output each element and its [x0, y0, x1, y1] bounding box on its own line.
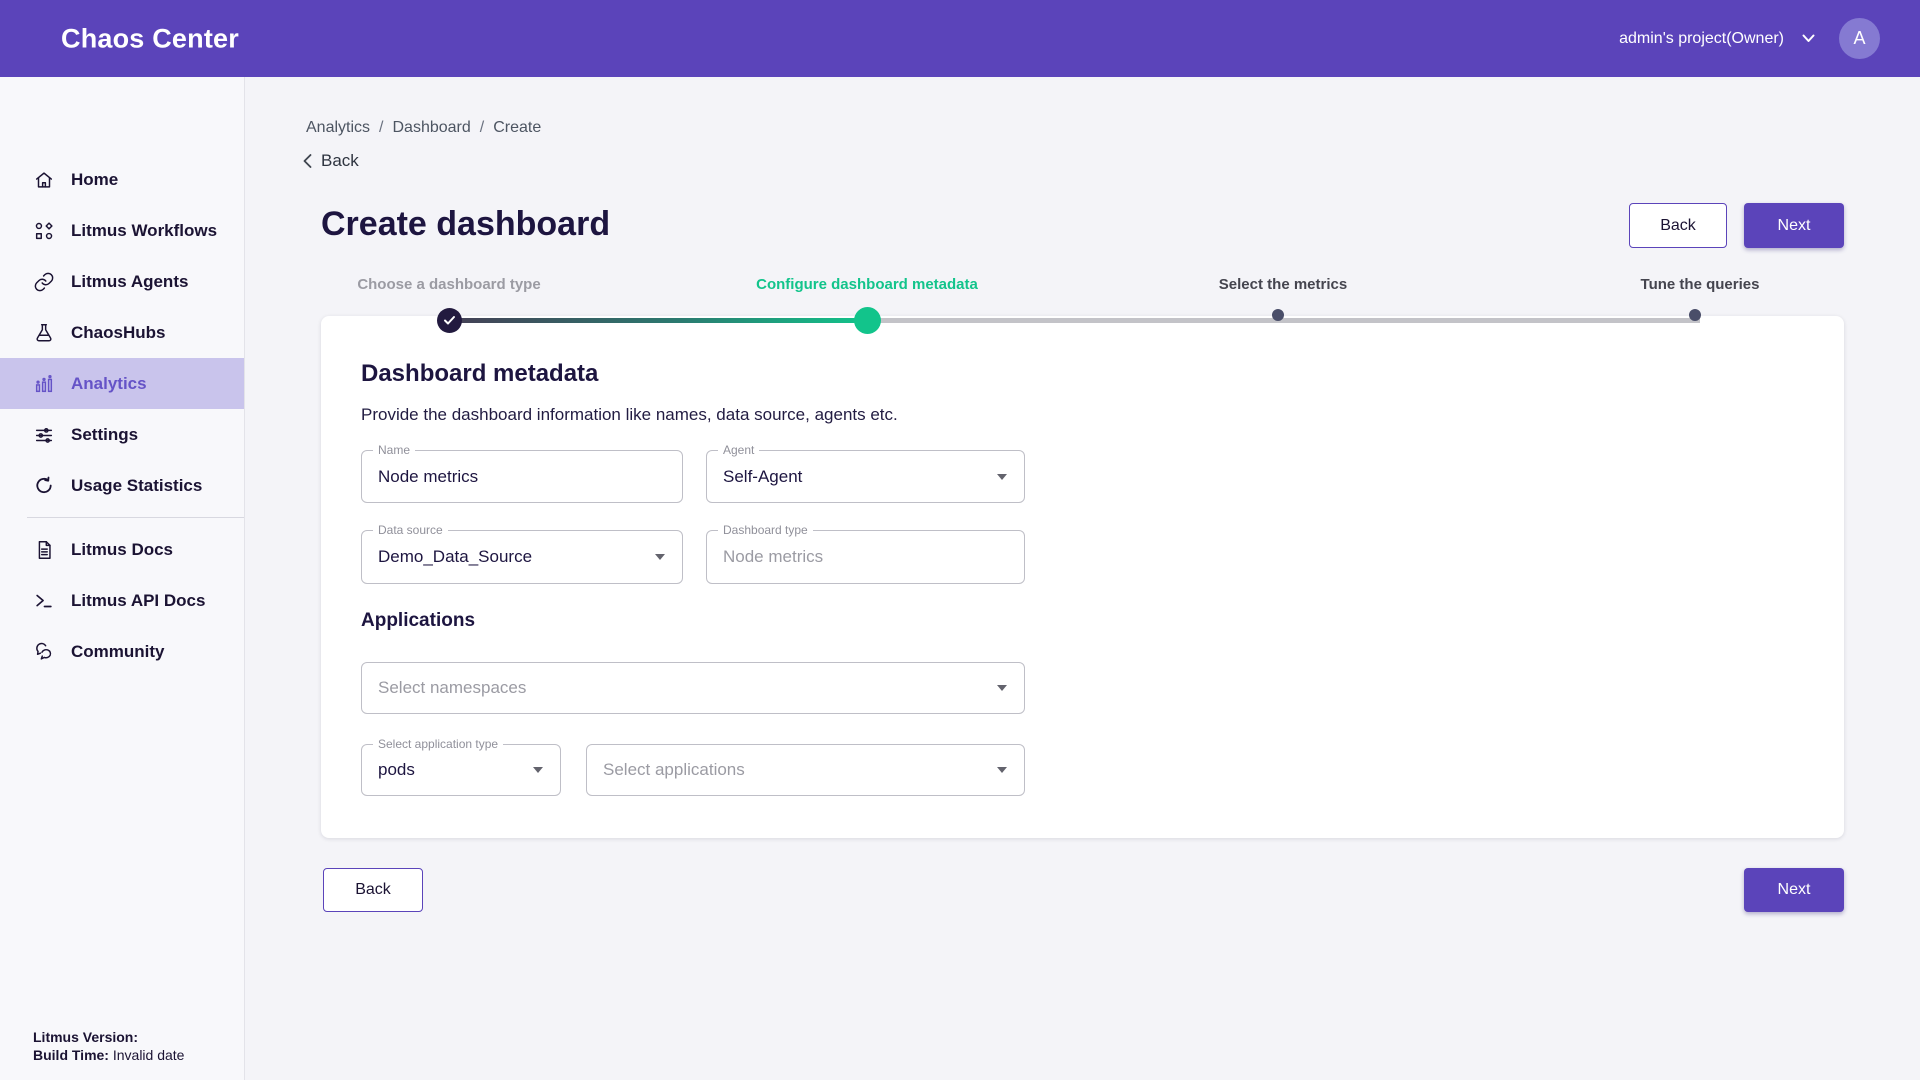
sidebar-item-label: Settings [71, 425, 138, 445]
form-heading: Dashboard metadata [361, 360, 598, 388]
sliders-icon [33, 424, 55, 446]
terminal-icon [33, 590, 55, 612]
sidebar-item-chaoshubs[interactable]: ChaosHubs [0, 307, 244, 358]
sidebar-item-litmus-docs[interactable]: Litmus Docs [0, 524, 244, 575]
footer-next-button[interactable]: Next [1744, 868, 1844, 912]
main-content: Analytics / Dashboard / Create Back Crea… [245, 77, 1920, 1080]
sidebar-item-home[interactable]: Home [0, 154, 244, 205]
breadcrumb-analytics[interactable]: Analytics [306, 119, 370, 137]
sidebar-item-usage-statistics[interactable]: Usage Statistics [0, 460, 244, 511]
workflows-icon [33, 220, 55, 242]
project-label: admin's project(Owner) [1619, 30, 1784, 48]
build-time-value: Invalid date [109, 1047, 185, 1063]
sidebar-item-label: Analytics [71, 374, 147, 394]
dashboard-type-input[interactable] [707, 531, 1024, 583]
dropdown-caret-icon [997, 767, 1007, 773]
app-title: Chaos Center [61, 23, 239, 54]
application-type-select[interactable]: Select application type pods [361, 744, 561, 796]
sidebar-item-label: Litmus Agents [71, 272, 188, 292]
project-switcher[interactable]: admin's project(Owner) [1619, 30, 1815, 48]
litmus-version-label: Litmus Version: [33, 1029, 138, 1045]
name-input[interactable] [362, 451, 682, 502]
sidebar-item-label: Community [71, 642, 165, 662]
sidebar-item-label: Usage Statistics [71, 476, 202, 496]
wizard-card: Dashboard metadata Provide the dashboard… [321, 316, 1844, 838]
header-next-button[interactable]: Next [1744, 203, 1844, 248]
sidebar-nav: Home Litmus Workflows Litmus Agents [0, 77, 244, 677]
applications-select-placeholder: Select applications [603, 745, 745, 795]
avatar-letter: A [1853, 28, 1865, 49]
agent-select-value: Self-Agent [723, 451, 802, 502]
sidebar-item-litmus-agents[interactable]: Litmus Agents [0, 256, 244, 307]
sidebar-item-label: Home [71, 170, 118, 190]
dropdown-caret-icon [997, 685, 1007, 691]
sidebar-item-community[interactable]: Community [0, 626, 244, 677]
sidebar-item-litmus-api-docs[interactable]: Litmus API Docs [0, 575, 244, 626]
namespaces-select-placeholder: Select namespaces [378, 663, 526, 713]
breadcrumb-separator: / [379, 119, 383, 137]
document-icon [33, 539, 55, 561]
data-source-select[interactable]: Data source Demo_Data_Source [361, 530, 683, 584]
refresh-icon [33, 475, 55, 497]
sidebar-item-label: Litmus Docs [71, 540, 173, 560]
avatar[interactable]: A [1839, 18, 1880, 59]
sidebar-item-analytics[interactable]: Analytics [0, 358, 244, 409]
agent-select[interactable]: Agent Self-Agent [706, 450, 1025, 503]
back-link[interactable]: Back [303, 151, 359, 171]
topbar-right: admin's project(Owner) A [1619, 0, 1880, 77]
applications-heading: Applications [361, 610, 475, 632]
step-label-configure-dashboard-metadata: Configure dashboard metadata [756, 276, 978, 293]
chevron-down-icon [1802, 34, 1815, 43]
dropdown-caret-icon [533, 767, 543, 773]
applications-select[interactable]: Select applications [586, 744, 1025, 796]
dropdown-caret-icon [997, 474, 1007, 480]
sidebar-item-label: Litmus API Docs [71, 591, 205, 611]
footer-back-button[interactable]: Back [323, 868, 423, 912]
topbar: Chaos Center admin's project(Owner) A [0, 0, 1920, 77]
sidebar-footer: Litmus Version: Build Time: Invalid date [33, 1028, 184, 1064]
sidebar-item-label: Litmus Workflows [71, 221, 217, 241]
sidebar-divider [27, 517, 244, 518]
build-time-label: Build Time: [33, 1047, 109, 1063]
chat-bubbles-icon [33, 641, 55, 663]
bar-chart-icon [33, 373, 55, 395]
step-label-choose-dashboard-type: Choose a dashboard type [357, 276, 540, 293]
namespaces-select[interactable]: Select namespaces [361, 662, 1025, 714]
application-type-select-value: pods [378, 745, 415, 795]
form-description: Provide the dashboard information like n… [361, 405, 898, 425]
breadcrumb-dashboard[interactable]: Dashboard [392, 119, 470, 137]
home-icon [33, 169, 55, 191]
name-field[interactable]: Name [361, 450, 683, 503]
back-link-label: Back [321, 151, 359, 171]
dropdown-caret-icon [655, 554, 665, 560]
chevron-left-icon [303, 154, 312, 168]
step-label-tune-the-queries: Tune the queries [1641, 276, 1760, 293]
breadcrumb-create: Create [493, 119, 541, 137]
sidebar-item-label: ChaosHubs [71, 323, 165, 343]
page-title: Create dashboard [321, 205, 610, 244]
sidebar: Home Litmus Workflows Litmus Agents [0, 77, 245, 1080]
flask-icon [33, 322, 55, 344]
breadcrumb: Analytics / Dashboard / Create [306, 119, 541, 137]
header-back-button[interactable]: Back [1629, 203, 1727, 248]
sidebar-item-settings[interactable]: Settings [0, 409, 244, 460]
link-icon [33, 271, 55, 293]
dashboard-type-field[interactable]: Dashboard type [706, 530, 1025, 584]
data-source-select-value: Demo_Data_Source [378, 531, 532, 583]
step-label-select-the-metrics: Select the metrics [1219, 276, 1347, 293]
breadcrumb-separator: / [480, 119, 484, 137]
sidebar-item-litmus-workflows[interactable]: Litmus Workflows [0, 205, 244, 256]
